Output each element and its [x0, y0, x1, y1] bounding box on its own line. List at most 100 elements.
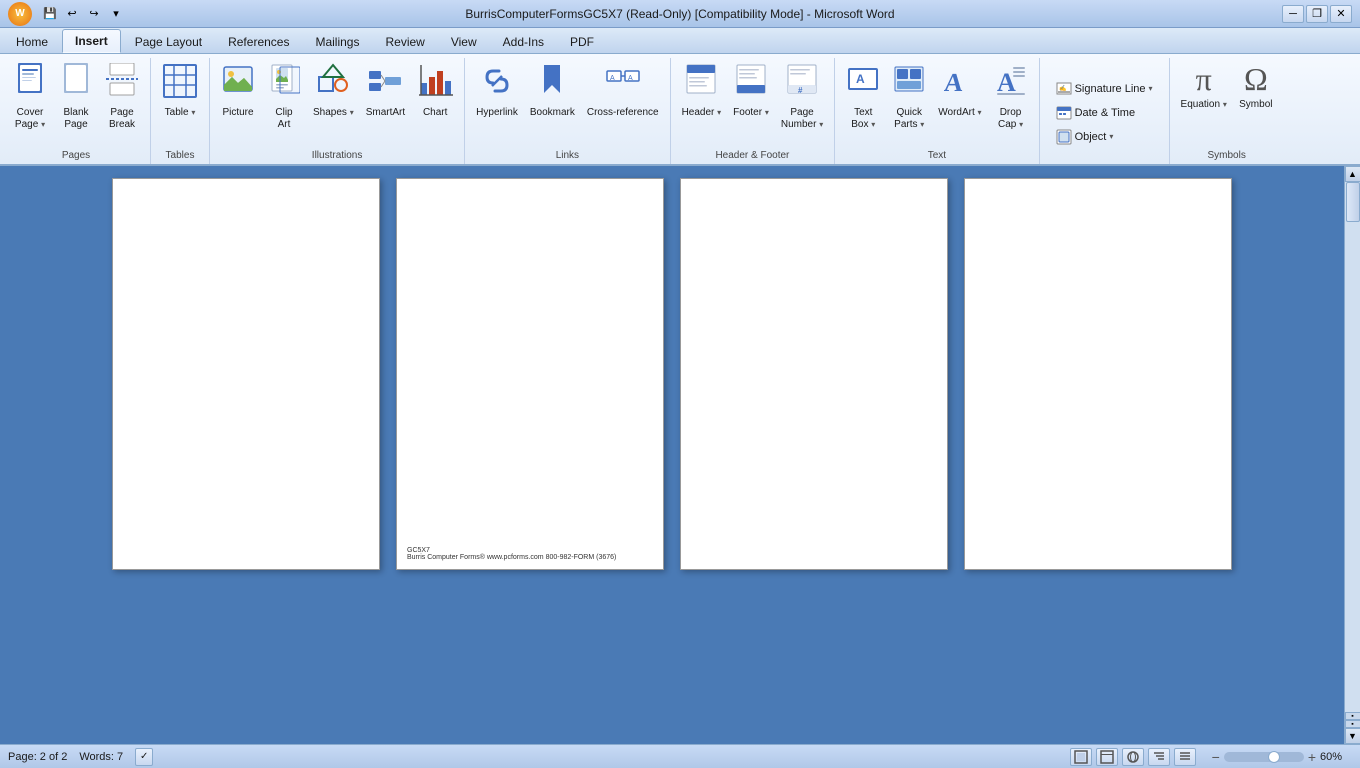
- page-number-button[interactable]: # PageNumber ▾: [776, 60, 828, 132]
- svg-text:A: A: [628, 75, 633, 82]
- page-break-button[interactable]: PageBreak: [100, 60, 144, 132]
- blank-page-label: BlankPage: [63, 107, 88, 131]
- page-2-company-info: Burris Computer Forms® www.pcforms.com 8…: [407, 554, 616, 561]
- window-title: BurrisComputerFormsGC5X7 (Read-Only) [Co…: [0, 7, 1360, 21]
- draft-view-button[interactable]: [1174, 748, 1196, 766]
- tab-review[interactable]: Review: [373, 31, 436, 53]
- svg-text:A: A: [944, 68, 965, 97]
- restore-button[interactable]: ❐: [1306, 5, 1328, 23]
- drop-cap-button[interactable]: A DropCap ▾: [989, 60, 1033, 132]
- scroll-down-button[interactable]: ▼: [1345, 728, 1360, 744]
- footer-button[interactable]: Footer ▾: [728, 60, 774, 132]
- page-indicator: Page: 2 of 2: [8, 751, 67, 763]
- document-canvas: GC5X7 Burris Computer Forms® www.pcforms…: [0, 166, 1344, 744]
- save-button[interactable]: 💾: [40, 4, 60, 24]
- minimize-button[interactable]: ─: [1282, 5, 1304, 23]
- hyperlink-button[interactable]: Hyperlink: [471, 60, 523, 132]
- close-button[interactable]: ✕: [1330, 5, 1352, 23]
- title-bar-left: W 💾 ↩ ↪ ▾: [8, 2, 126, 26]
- tab-references[interactable]: References: [216, 31, 301, 53]
- chart-label: Chart: [423, 107, 447, 119]
- print-layout-view-button[interactable]: [1070, 748, 1092, 766]
- vertical-scrollbar[interactable]: ▲ ▪ ▪ ▼: [1344, 166, 1360, 744]
- redo-button[interactable]: ↪: [84, 4, 104, 24]
- object-button[interactable]: Object ▾: [1051, 126, 1119, 148]
- tab-mailings[interactable]: Mailings: [303, 31, 371, 53]
- tab-insert[interactable]: Insert: [62, 29, 121, 53]
- zoom-in-button[interactable]: +: [1308, 749, 1316, 765]
- ribbon-group-header-footer: Header ▾ Footer ▾: [671, 58, 836, 164]
- signature-line-dropdown: ▾: [1149, 84, 1153, 93]
- picture-label: Picture: [222, 107, 253, 119]
- shapes-icon: [317, 63, 349, 103]
- tab-page-layout[interactable]: Page Layout: [123, 31, 214, 53]
- page-4: [964, 178, 1232, 570]
- status-right: − + 60%: [1070, 748, 1352, 766]
- office-logo: W: [8, 2, 32, 26]
- proofing-icon[interactable]: ✓: [135, 748, 153, 766]
- cross-reference-button[interactable]: A A Cross-reference: [582, 60, 664, 132]
- ribbon-tabs: Home Insert Page Layout References Maili…: [0, 28, 1360, 54]
- picture-button[interactable]: Picture: [216, 60, 260, 132]
- quick-parts-button[interactable]: QuickParts ▾: [887, 60, 931, 132]
- object-label: Object: [1075, 131, 1107, 143]
- web-layout-view-button[interactable]: [1122, 748, 1144, 766]
- smartart-button[interactable]: SmartArt: [361, 60, 410, 132]
- shapes-button[interactable]: Shapes ▾: [308, 60, 359, 132]
- signature-line-button[interactable]: ✍ Signature Line ▾: [1051, 78, 1158, 100]
- wordart-button[interactable]: A WordArt ▾: [933, 60, 986, 132]
- blank-page-icon: [60, 63, 92, 103]
- scroll-up-button[interactable]: ▲: [1345, 166, 1360, 182]
- zoom-slider[interactable]: [1224, 752, 1304, 762]
- equation-button[interactable]: π Equation ▾: [1176, 60, 1232, 132]
- blank-page-button[interactable]: BlankPage: [54, 60, 98, 132]
- date-time-button[interactable]: Date & Time: [1051, 102, 1141, 124]
- text-group-items: A TextBox ▾ QuickParts ▾: [841, 58, 1032, 148]
- zoom-thumb[interactable]: [1268, 751, 1280, 763]
- outline-view-button[interactable]: [1148, 748, 1170, 766]
- text-box-button[interactable]: A TextBox ▾: [841, 60, 885, 132]
- scroll-thumb[interactable]: [1346, 182, 1360, 222]
- tab-home[interactable]: Home: [4, 31, 60, 53]
- tab-add-ins[interactable]: Add-Ins: [491, 31, 556, 53]
- illustrations-group-label: Illustrations: [216, 148, 458, 164]
- header-footer-group-label: Header & Footer: [677, 148, 829, 164]
- shapes-label: Shapes ▾: [313, 107, 354, 119]
- scroll-split-top[interactable]: ▪: [1345, 712, 1360, 720]
- signature-line-label: Signature Line: [1075, 83, 1146, 95]
- cover-page-label: CoverPage ▾: [15, 107, 45, 131]
- links-group-label: Links: [471, 148, 663, 164]
- cross-reference-label: Cross-reference: [587, 107, 659, 119]
- tab-pdf[interactable]: PDF: [558, 31, 606, 53]
- title-bar: W 💾 ↩ ↪ ▾ BurrisComputerFormsGC5X7 (Read…: [0, 0, 1360, 28]
- cover-page-button[interactable]: CoverPage ▾: [8, 60, 52, 132]
- symbol-label: Symbol: [1239, 99, 1272, 111]
- picture-icon: [222, 63, 254, 103]
- wordart-label: WordArt ▾: [938, 107, 981, 119]
- bookmark-label: Bookmark: [530, 107, 575, 119]
- tab-view[interactable]: View: [439, 31, 489, 53]
- full-screen-view-button[interactable]: [1096, 748, 1118, 766]
- chart-button[interactable]: Chart: [412, 60, 458, 132]
- header-button[interactable]: Header ▾: [677, 60, 727, 132]
- drop-cap-label: DropCap ▾: [998, 107, 1023, 131]
- scroll-split-bottom[interactable]: ▪: [1345, 720, 1360, 728]
- footer-icon: [735, 63, 767, 103]
- scroll-track: [1345, 182, 1360, 712]
- header-label: Header ▾: [682, 107, 722, 119]
- table-button[interactable]: Table ▾: [157, 60, 203, 132]
- object-icon: [1056, 129, 1072, 145]
- undo-button[interactable]: ↩: [62, 4, 82, 24]
- pages-group-label: Pages: [8, 148, 144, 164]
- clip-art-button[interactable]: ClipArt: [262, 60, 306, 132]
- page-break-icon: [106, 63, 138, 103]
- table-icon: [162, 63, 198, 103]
- bookmark-button[interactable]: Bookmark: [525, 60, 580, 132]
- customize-quick-access-button[interactable]: ▾: [106, 4, 126, 24]
- zoom-out-button[interactable]: −: [1212, 749, 1220, 765]
- symbol-icon: Ω: [1244, 63, 1268, 95]
- pages-group-items: CoverPage ▾ BlankPage: [8, 58, 144, 148]
- symbol-button[interactable]: Ω Symbol: [1234, 60, 1278, 132]
- page-2-form-number: GC5X7: [407, 547, 616, 554]
- symbols-group-label: Symbols: [1176, 148, 1278, 164]
